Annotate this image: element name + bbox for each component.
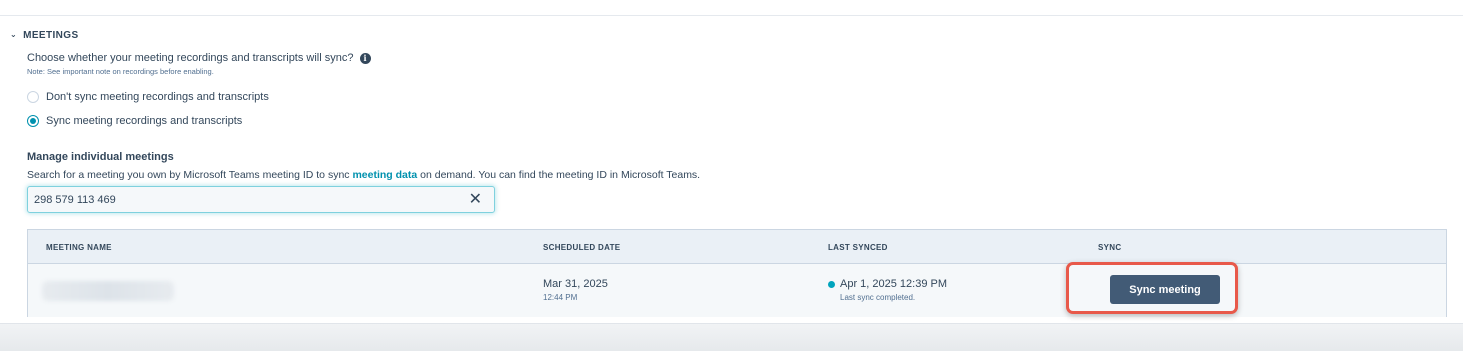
close-icon[interactable]: ✕ <box>469 191 482 208</box>
column-header-sync: SYNC <box>1098 243 1122 252</box>
column-header-scheduled-date[interactable]: SCHEDULED DATE <box>543 243 620 252</box>
radio-option-sync[interactable]: Sync meeting recordings and transcripts <box>27 115 242 127</box>
column-header-meeting-name[interactable]: MEETING NAME <box>46 243 112 252</box>
meetings-section-toggle[interactable]: ⌄ MEETINGS <box>10 30 79 41</box>
bottom-shadow-band <box>0 323 1463 351</box>
manage-meetings-title: Manage individual meetings <box>27 151 174 163</box>
meeting-name-redacted <box>42 281 174 301</box>
meeting-id-search: ✕ <box>27 186 495 213</box>
last-synced-time: Apr 1, 2025 12:39 PM <box>840 278 948 290</box>
radio-label: Sync meeting recordings and transcripts <box>46 115 243 127</box>
manage-meetings-description: Search for a meeting you own by Microsof… <box>27 169 700 181</box>
scheduled-date: Mar 31, 2025 <box>543 278 608 290</box>
meeting-data-link[interactable]: meeting data <box>352 169 417 181</box>
chevron-down-icon: ⌄ <box>10 30 18 39</box>
info-icon[interactable]: i <box>359 52 371 64</box>
radio-label: Don't sync meeting recordings and transc… <box>46 91 269 103</box>
description-text: Search for a meeting you own by Microsof… <box>27 169 353 181</box>
recordings-note: Note: See important note on recordings b… <box>27 67 214 76</box>
sync-status-text: Last sync completed. <box>840 293 916 302</box>
top-divider <box>0 15 1463 16</box>
sync-question-text: Choose whether your meeting recordings a… <box>27 52 354 64</box>
radio-button[interactable] <box>27 91 39 103</box>
column-header-last-synced[interactable]: LAST SYNCED <box>828 243 888 252</box>
scheduled-time: 12:44 PM <box>543 293 578 302</box>
description-text-end: on demand. You can find the meeting ID i… <box>417 169 701 181</box>
status-dot-icon <box>828 281 835 288</box>
section-title: MEETINGS <box>23 30 79 41</box>
sync-meeting-button[interactable]: Sync meeting <box>1110 275 1220 304</box>
radio-button-selected[interactable] <box>27 115 39 127</box>
sync-question: Choose whether your meeting recordings a… <box>27 52 371 64</box>
meeting-id-input[interactable] <box>34 193 434 206</box>
table-header: MEETING NAME SCHEDULED DATE LAST SYNCED … <box>28 230 1446 264</box>
radio-option-dont-sync[interactable]: Don't sync meeting recordings and transc… <box>27 91 269 103</box>
